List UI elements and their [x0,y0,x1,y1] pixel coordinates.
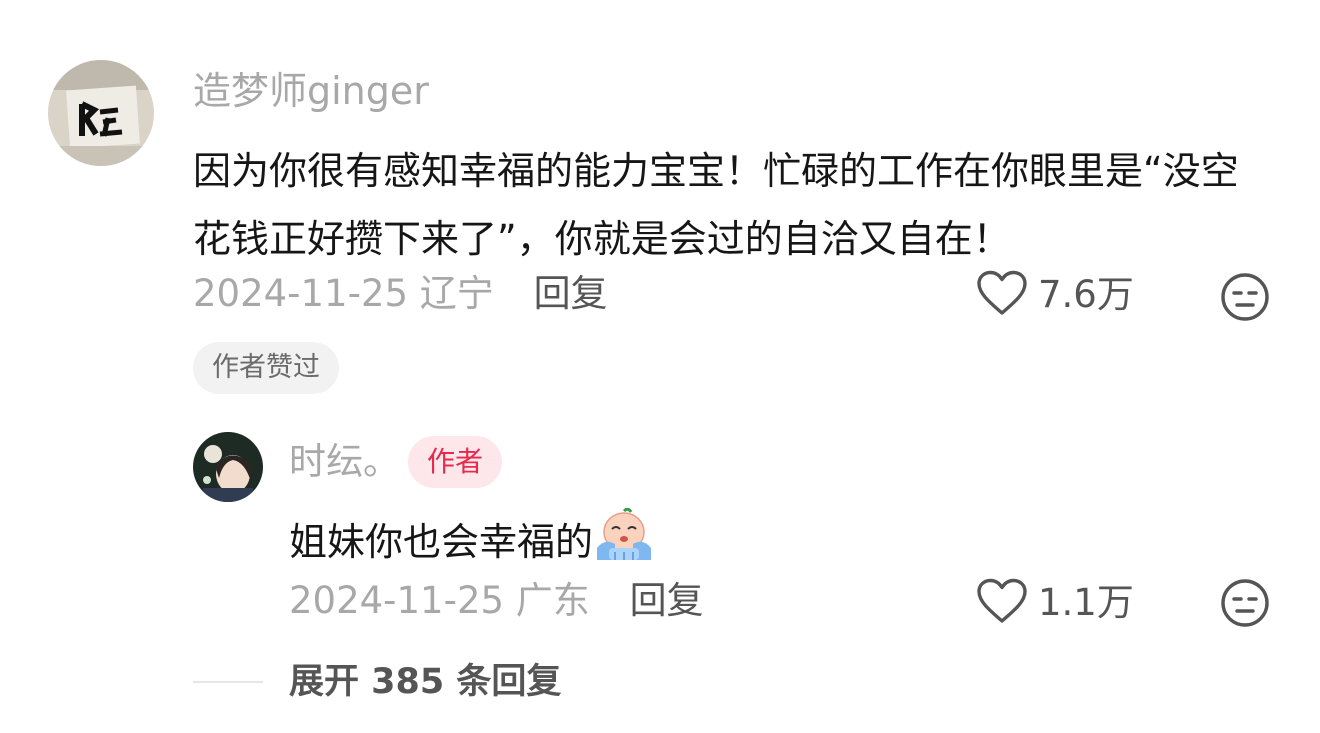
heart-icon[interactable] [976,578,1028,628]
comment-thread: 造梦师ginger 因为你很有感知幸福的能力宝宝！忙碌的工作在你眼里是“没空花钱… [0,0,1320,733]
reply-location: 广东 [515,579,590,622]
comment-dislike-button[interactable] [1220,272,1270,326]
comment-reply-button[interactable]: 回复 [534,272,608,315]
dislike-face-icon[interactable] [1220,579,1270,632]
expand-divider [193,681,263,683]
reply-reply-button[interactable]: 回复 [630,579,704,622]
comment-text: 因为你很有感知幸福的能力宝宝！忙碌的工作在你眼里是“没空花钱正好攒下来了”，你就… [193,149,1239,261]
replier-avatar[interactable] [193,432,263,502]
comment-date: 2024-11-25 [193,272,409,315]
heart-icon[interactable] [976,270,1028,320]
commenter-avatar[interactable] [48,60,154,166]
author-liked-chip: 作者赞过 [193,342,339,394]
reply-text-row: 姐妹你也会幸福的 [289,507,653,576]
reply-like-button[interactable]: 1.1万 [976,578,1134,628]
crying-emoji [595,507,653,576]
reply-text: 姐妹你也会幸福的 [289,520,594,564]
reply-like-count: 1.1万 [1038,581,1134,624]
comment-like-button[interactable]: 7.6万 [976,270,1134,320]
comment-location: 辽宁 [419,272,494,315]
reply-meta: 2024-11-25 广东 回复 [289,577,704,625]
dislike-face-icon[interactable] [1220,273,1270,326]
expand-replies-button[interactable]: 展开 385 条回复 [289,658,561,706]
reply-date: 2024-11-25 [289,579,505,622]
reply-dislike-button[interactable] [1220,578,1270,632]
replier-username[interactable]: 时纭。 [289,438,400,486]
comment-like-count: 7.6万 [1038,273,1134,316]
commenter-username[interactable]: 造梦师ginger [193,67,429,115]
author-badge: 作者 [408,436,503,488]
comment-meta: 2024-11-25 辽宁 回复 [193,270,608,318]
